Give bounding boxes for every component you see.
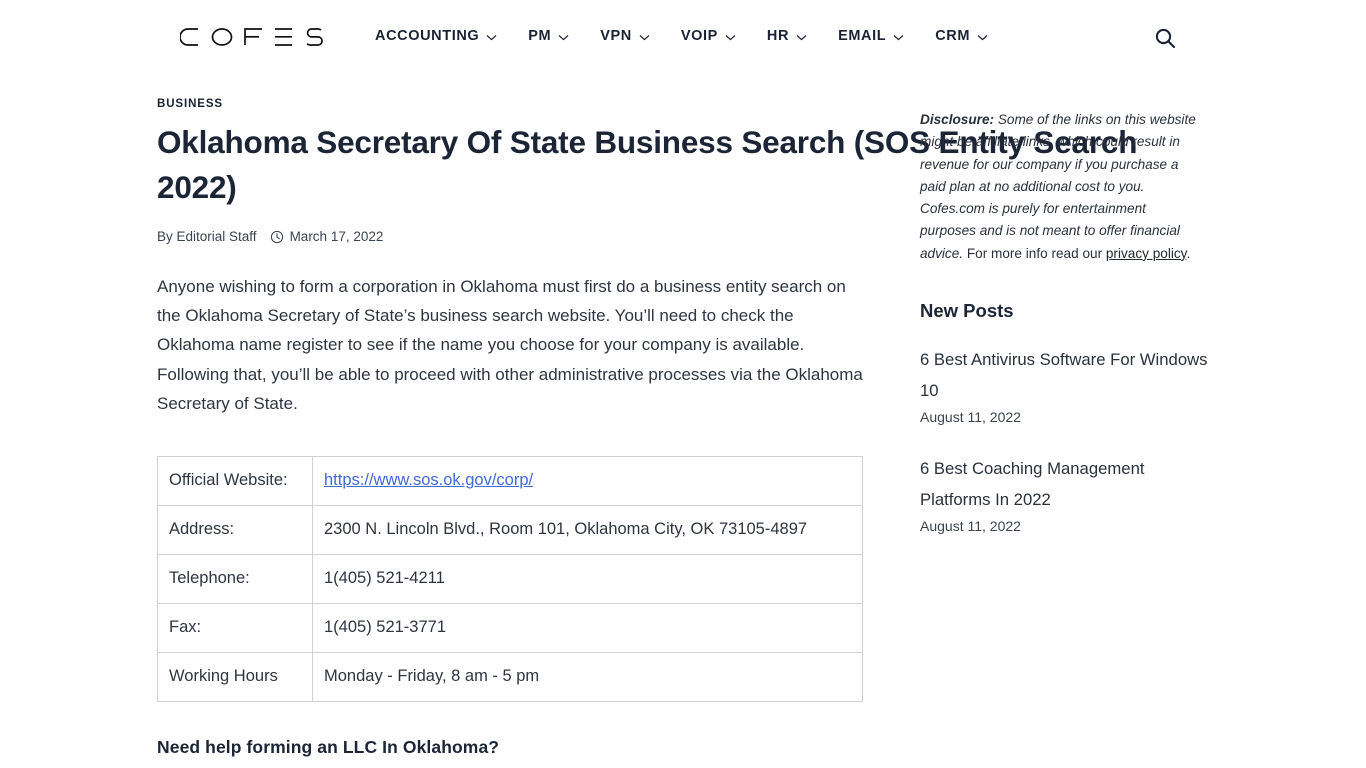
table-cell-value: 1(405) 521-3771 bbox=[312, 603, 863, 654]
clock-icon bbox=[270, 230, 284, 244]
site-logo[interactable] bbox=[180, 25, 330, 49]
privacy-policy-link[interactable]: privacy policy bbox=[1106, 246, 1187, 261]
table-row: Telephone: 1(405) 521-4211 bbox=[157, 554, 863, 605]
disclosure-lead: Disclosure: bbox=[920, 112, 995, 127]
post-title-link[interactable]: 6 Best Coaching Management Platforms In … bbox=[920, 453, 1210, 515]
table-row: Fax: 1(405) 521-3771 bbox=[157, 603, 863, 654]
main-navigation: ACCOUNTING PM VPN VOIP HR EMAIL CRM bbox=[375, 28, 1019, 44]
byline-author: By Editorial Staff bbox=[157, 229, 257, 244]
nav-label: HR bbox=[766, 28, 790, 44]
section-heading: Need help forming an LLC In Oklahoma? bbox=[157, 737, 500, 758]
chevron-down-icon bbox=[639, 34, 650, 41]
search-icon bbox=[1153, 26, 1177, 55]
nav-item-email[interactable]: EMAIL bbox=[838, 28, 904, 44]
table-cell-value: 2300 N. Lincoln Blvd., Room 101, Oklahom… bbox=[312, 505, 863, 556]
disclosure-tail: For more info read our bbox=[963, 245, 1106, 261]
chevron-down-icon bbox=[893, 34, 904, 41]
new-posts-heading: New Posts bbox=[920, 300, 1014, 322]
nav-label: ACCOUNTING bbox=[375, 28, 480, 44]
nav-item-hr[interactable]: HR bbox=[767, 28, 807, 44]
page-root: ACCOUNTING PM VPN VOIP HR EMAIL CRM BUSI… bbox=[0, 0, 1366, 768]
list-item: 6 Best Antivirus Software For Windows 10… bbox=[920, 344, 1210, 425]
official-website-link[interactable]: https://www.sos.ok.gov/corp/ bbox=[324, 471, 533, 489]
nav-label: VOIP bbox=[680, 28, 718, 44]
table-row: Address: 2300 N. Lincoln Blvd., Room 101… bbox=[157, 505, 863, 556]
chevron-down-icon bbox=[486, 34, 497, 41]
disclosure-period: . bbox=[1186, 245, 1191, 261]
nav-item-voip[interactable]: VOIP bbox=[681, 28, 736, 44]
table-cell-label: Fax: bbox=[157, 603, 313, 654]
table-cell-label: Address: bbox=[157, 505, 313, 556]
nav-item-pm[interactable]: PM bbox=[528, 28, 569, 44]
table-cell-label: Telephone: bbox=[157, 554, 313, 605]
list-item: 6 Best Coaching Management Platforms In … bbox=[920, 453, 1210, 534]
nav-label: EMAIL bbox=[838, 28, 887, 44]
nav-item-crm[interactable]: CRM bbox=[935, 28, 988, 44]
table-row: Official Website: https://www.sos.ok.gov… bbox=[157, 456, 863, 507]
table-cell-label: Official Website: bbox=[157, 456, 313, 507]
byline: By Editorial Staff March 17, 2022 bbox=[157, 229, 869, 244]
nav-item-vpn[interactable]: VPN bbox=[600, 28, 650, 44]
post-date: August 11, 2022 bbox=[920, 518, 1021, 535]
nav-label: VPN bbox=[600, 28, 632, 44]
search-button[interactable] bbox=[1151, 26, 1179, 54]
disclosure-body: Some of the links on this website might … bbox=[920, 112, 1196, 261]
table-row: Working Hours Monday - Friday, 8 am - 5 … bbox=[157, 652, 863, 703]
nav-label: CRM bbox=[935, 28, 971, 44]
nav-item-accounting[interactable]: ACCOUNTING bbox=[375, 28, 497, 44]
site-header: ACCOUNTING PM VPN VOIP HR EMAIL CRM bbox=[0, 0, 1366, 79]
agency-info-table: Official Website: https://www.sos.ok.gov… bbox=[157, 456, 863, 703]
byline-date: March 17, 2022 bbox=[289, 229, 384, 244]
post-title-link[interactable]: 6 Best Antivirus Software For Windows 10 bbox=[920, 344, 1210, 406]
intro-paragraph: Anyone wishing to form a corporation in … bbox=[157, 277, 863, 413]
chevron-down-icon bbox=[725, 34, 736, 41]
table-cell-label: Working Hours bbox=[157, 652, 313, 703]
new-posts-list: 6 Best Antivirus Software For Windows 10… bbox=[920, 344, 1210, 534]
nav-label: PM bbox=[528, 28, 552, 44]
table-body: Official Website: https://www.sos.ok.gov… bbox=[157, 456, 863, 703]
article-column: BUSINESS Oklahoma Secretary Of State Bus… bbox=[157, 79, 1137, 768]
chevron-down-icon bbox=[558, 34, 569, 41]
sidebar: Disclosure: Some of the links on this we… bbox=[920, 79, 1210, 562]
table-cell-value: https://www.sos.ok.gov/corp/ bbox=[312, 456, 863, 507]
chevron-down-icon bbox=[796, 34, 807, 41]
disclosure-text: Disclosure: Some of the links on this we… bbox=[920, 109, 1205, 265]
category-label[interactable]: BUSINESS bbox=[157, 98, 869, 110]
cofes-logo-icon bbox=[180, 28, 323, 46]
table-cell-value: 1(405) 521-4211 bbox=[312, 554, 863, 605]
chevron-down-icon bbox=[977, 34, 988, 41]
post-date: August 11, 2022 bbox=[920, 409, 1021, 426]
table-cell-value: Monday - Friday, 8 am - 5 pm bbox=[312, 652, 863, 703]
